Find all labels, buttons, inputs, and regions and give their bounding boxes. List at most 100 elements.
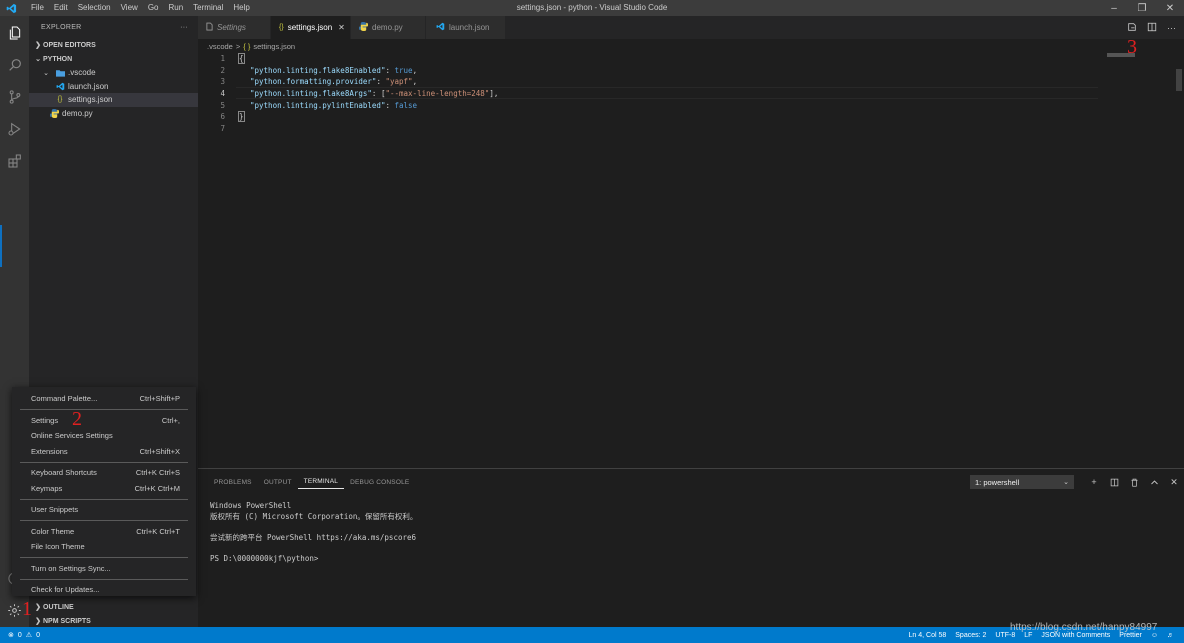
menu-item-color-theme[interactable]: Color Theme Ctrl+K Ctrl+T	[12, 524, 196, 540]
code-line: 3 "python.formatting.provider": "yapf",	[198, 76, 417, 88]
split-terminal-icon[interactable]	[1104, 475, 1124, 489]
menu-item-online-services-settings[interactable]: Online Services Settings	[12, 428, 196, 444]
menu-item-settings[interactable]: Settings Ctrl+,	[12, 413, 196, 429]
tab-terminal[interactable]: TERMINAL	[297, 475, 345, 489]
menu-item-label: Keyboard Shortcuts	[31, 468, 97, 478]
problems-status[interactable]: ⊗ 0 ⚠ 0	[0, 631, 40, 640]
menu-item-label: Turn on Settings Sync...	[31, 563, 111, 573]
menu-edit[interactable]: Edit	[49, 0, 73, 16]
menu-item-label: Color Theme	[31, 526, 75, 536]
tree-item-label: demo.py	[62, 108, 93, 118]
json-key: "python.formatting.provider"	[250, 77, 377, 87]
npm-scripts-section[interactable]: ❯ NPM SCRIPTS	[29, 614, 198, 628]
new-terminal-icon[interactable]: +	[1084, 475, 1104, 489]
menu-item-keymaps[interactable]: Keymaps Ctrl+K Ctrl+M	[12, 481, 196, 497]
chevron-down-icon: ⌄	[35, 56, 41, 63]
code-text: "python.formatting.provider": "yapf",	[250, 77, 418, 87]
maximize-panel-icon[interactable]	[1144, 475, 1164, 489]
menu-separator	[20, 498, 188, 500]
menu-item-label: Command Palette...	[31, 394, 98, 404]
menu-help[interactable]: Help	[228, 0, 254, 16]
outline-label: OUTLINE	[43, 603, 74, 611]
menu-separator	[20, 578, 188, 580]
bell-icon[interactable]: ♬	[1167, 632, 1174, 639]
menu-item-label: Settings	[31, 415, 59, 425]
tab-label: demo.py	[372, 23, 403, 32]
breadcrumb-file[interactable]: settings.json	[253, 42, 295, 51]
tab-debug-console[interactable]: DEBUG CONSOLE	[344, 475, 415, 489]
indentation[interactable]: Spaces: 2	[955, 632, 986, 639]
tab-launch-json[interactable]: launch.json	[426, 16, 506, 39]
trash-icon[interactable]	[1124, 475, 1144, 489]
minimize-icon[interactable]: –	[1100, 0, 1128, 16]
tab-label: launch.json	[449, 23, 490, 32]
open-editors-section[interactable]: ❯ OPEN EDITORS	[29, 38, 198, 52]
python-folder-section[interactable]: ⌄ PYTHON	[29, 52, 198, 66]
menu-item-user-snippets[interactable]: User Snippets	[12, 502, 196, 518]
close-tab-icon[interactable]: ✕	[338, 23, 345, 32]
menu-selection[interactable]: Selection	[73, 0, 116, 16]
status-bar: ⊗ 0 ⚠ 0 Ln 4, Col 58 Spaces: 2 UTF-8 LF …	[0, 627, 1184, 643]
menu-item-file-icon-theme[interactable]: File Icon Theme	[12, 539, 196, 555]
tree-item-label: settings.json	[68, 95, 113, 105]
tab-output[interactable]: OUTPUT	[258, 475, 298, 489]
error-icon: ⊗	[8, 632, 14, 639]
menu-file[interactable]: File	[26, 0, 49, 16]
menu-item-shortcut: Ctrl+Shift+X	[139, 446, 180, 456]
open-settings-ui-icon[interactable]	[1127, 22, 1137, 34]
outline-section[interactable]: ❯ OUTLINE	[29, 600, 198, 614]
menu-item-extensions[interactable]: Extensions Ctrl+Shift+X	[12, 444, 196, 460]
tab-settings[interactable]: Settings	[198, 16, 271, 39]
split-editor-icon[interactable]	[1147, 22, 1157, 34]
folder-icon	[54, 68, 66, 78]
tab-problems[interactable]: PROBLEMS	[208, 475, 258, 489]
tab-settings-json[interactable]: {} settings.json ✕	[271, 16, 351, 39]
explorer-title: EXPLORER	[41, 23, 82, 31]
more-actions-icon[interactable]: ···	[180, 24, 188, 31]
tree-item-launch-json[interactable]: launch.json	[29, 80, 198, 94]
menu-item-keyboard-shortcuts[interactable]: Keyboard Shortcuts Ctrl+K Ctrl+S	[12, 465, 196, 481]
source-control-icon[interactable]	[0, 82, 29, 112]
active-view-indicator	[0, 225, 2, 267]
menu-item-settings-sync[interactable]: Turn on Settings Sync...	[12, 561, 196, 577]
more-actions-icon[interactable]: ···	[1167, 23, 1176, 33]
close-window-icon[interactable]: ✕	[1156, 0, 1184, 16]
terminal-select-value: 1: powershell	[975, 477, 1020, 487]
files-icon[interactable]	[0, 18, 29, 48]
menu-item-check-updates[interactable]: Check for Updates...	[12, 582, 196, 598]
tab-label: Settings	[217, 23, 246, 32]
breadcrumb-folder[interactable]: .vscode	[207, 42, 233, 51]
restore-icon[interactable]: ❐	[1128, 0, 1156, 16]
error-count: 0	[17, 631, 22, 639]
tree-item-demo-py[interactable]: demo.py	[29, 107, 198, 121]
terminal-select[interactable]: 1: powershell ⌄	[970, 475, 1074, 489]
npm-scripts-label: NPM SCRIPTS	[43, 617, 91, 625]
tree-item-settings-json[interactable]: {} settings.json	[29, 93, 198, 107]
line-number: 4	[220, 89, 225, 99]
annotation-two: 2	[72, 408, 82, 430]
code-line: 1 {	[198, 53, 245, 65]
editor-scrollbar[interactable]	[1176, 69, 1182, 91]
tree-item-vscode-folder[interactable]: ⌄ .vscode	[29, 66, 198, 80]
cursor-position[interactable]: Ln 4, Col 58	[909, 632, 947, 639]
tab-demo-py[interactable]: demo.py	[351, 16, 426, 39]
code-line: 2 "python.linting.flake8Enabled": true,	[198, 65, 417, 77]
menu-go[interactable]: Go	[143, 0, 164, 16]
search-icon[interactable]	[0, 50, 29, 80]
breadcrumb-separator: >	[235, 41, 241, 51]
menu-terminal[interactable]: Terminal	[188, 0, 228, 16]
menu-run[interactable]: Run	[163, 0, 188, 16]
close-panel-icon[interactable]: ✕	[1164, 475, 1184, 489]
menu-item-shortcut: Ctrl+,	[161, 415, 180, 425]
run-debug-icon[interactable]	[0, 114, 29, 144]
chevron-right-icon: ❯	[35, 42, 41, 49]
menu-view[interactable]: View	[116, 0, 143, 16]
menu-item-command-palette[interactable]: Command Palette... Ctrl+Shift+P	[12, 391, 196, 407]
json-icon: {}	[57, 96, 63, 104]
extensions-icon[interactable]	[0, 146, 29, 176]
terminal-output[interactable]: Windows PowerShell 版权所有 (C) Microsoft Cor…	[210, 501, 417, 564]
code-editor[interactable]: 1 { 2 "python.linting.flake8Enabled": tr…	[198, 52, 1184, 468]
code-line: 5 "python.linting.pylintEnabled": false	[198, 99, 417, 111]
json-key: "python.linting.flake8Enabled"	[250, 65, 386, 75]
line-number: 3	[220, 77, 225, 87]
